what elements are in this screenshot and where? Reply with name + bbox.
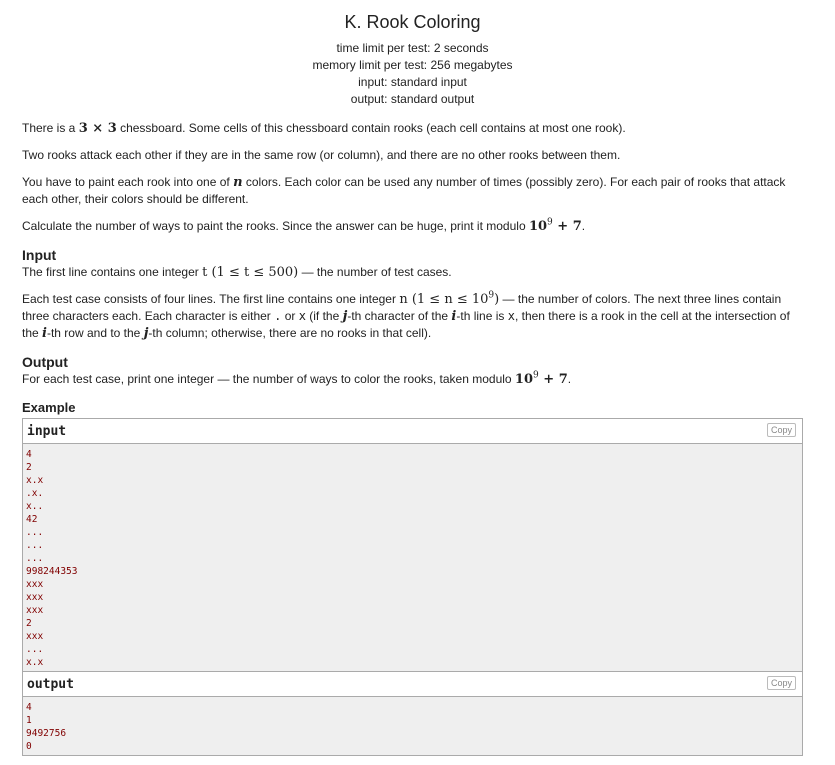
time-limit: time limit per test: 2 seconds [336,41,489,55]
example-output-header: output Copy [23,672,802,697]
example-output-line: 1 [26,715,32,726]
statement-paragraph-3: You have to paint each rook into one of … [22,175,786,206]
example-box: input Copy 4 2 x.x .x. x.. 42......... 9982443… [22,418,803,756]
example-input-line: 2 [26,618,32,629]
example-input-body: 4 2 x.x .x. x.. 42......... 998244353 xxx xxx xxx… [23,444,802,672]
output-section-title: Output [22,354,68,370]
example-output-title: output [27,677,74,692]
example-output-block: output Copy 4 1 9492756 0 [23,672,802,755]
example-input-line: 4 [26,449,32,460]
example-input-line: xxx [26,631,44,642]
example-input-line: xxx [26,579,44,590]
statement-paragraph-4: Calculate the number of ways to paint th… [22,217,586,234]
example-input-header: input Copy [23,419,802,444]
example-input-line: 42 [26,514,38,525]
example-input-line: xxx [26,592,44,603]
problem-page: K. Rook Coloring time limit per test: 2 … [22,0,803,756]
example-title: Example [22,400,76,415]
example-output-line: 4 [26,702,32,713]
copy-output-button[interactable]: Copy [766,676,796,690]
example-input-line: xxx [26,605,44,616]
example-output-line: 0 [26,741,32,752]
example-input-line: x.x [26,657,44,668]
input-section-title: Input [22,247,57,263]
problem-limits: time limit per test: 2 seconds memory li… [22,40,803,108]
input-paragraph-1: The first line contains one integer t (1… [22,265,452,280]
example-output-line: 9492756 [26,728,67,739]
example-input-title: input [27,424,67,439]
output-paragraph-1: For each test case, print one integer — … [22,370,572,387]
copy-input-button[interactable]: Copy [766,423,796,437]
example-input-line: ... [26,644,44,655]
memory-limit: memory limit per test: 256 megabytes [312,58,513,72]
input-paragraph-2: Each test case consists of four lines. T… [22,290,790,341]
example-input-line: ... [26,540,44,551]
example-input-line: ... [26,553,44,564]
input-source: input: standard input [358,75,467,89]
example-output-body: 4 1 9492756 0 [23,697,802,755]
example-input-line: 998244353 [26,566,78,577]
example-input-line: x.x [26,475,44,486]
example-input-line: x.. [26,501,44,512]
example-input-line: ... [26,527,44,538]
problem-title: K. Rook Coloring [344,12,481,32]
example-input-block: input Copy 4 2 x.x .x. x.. 42......... 9982443… [23,419,802,672]
example-input-line: .x. [26,488,44,499]
statement-paragraph-2: Two rooks attack each other if they are … [22,148,621,162]
output-destination: output: standard output [350,92,475,106]
example-input-line: 2 [26,462,32,473]
statement-paragraph-1: There is a 3 × 3 chessboard. Some cells … [22,121,626,136]
